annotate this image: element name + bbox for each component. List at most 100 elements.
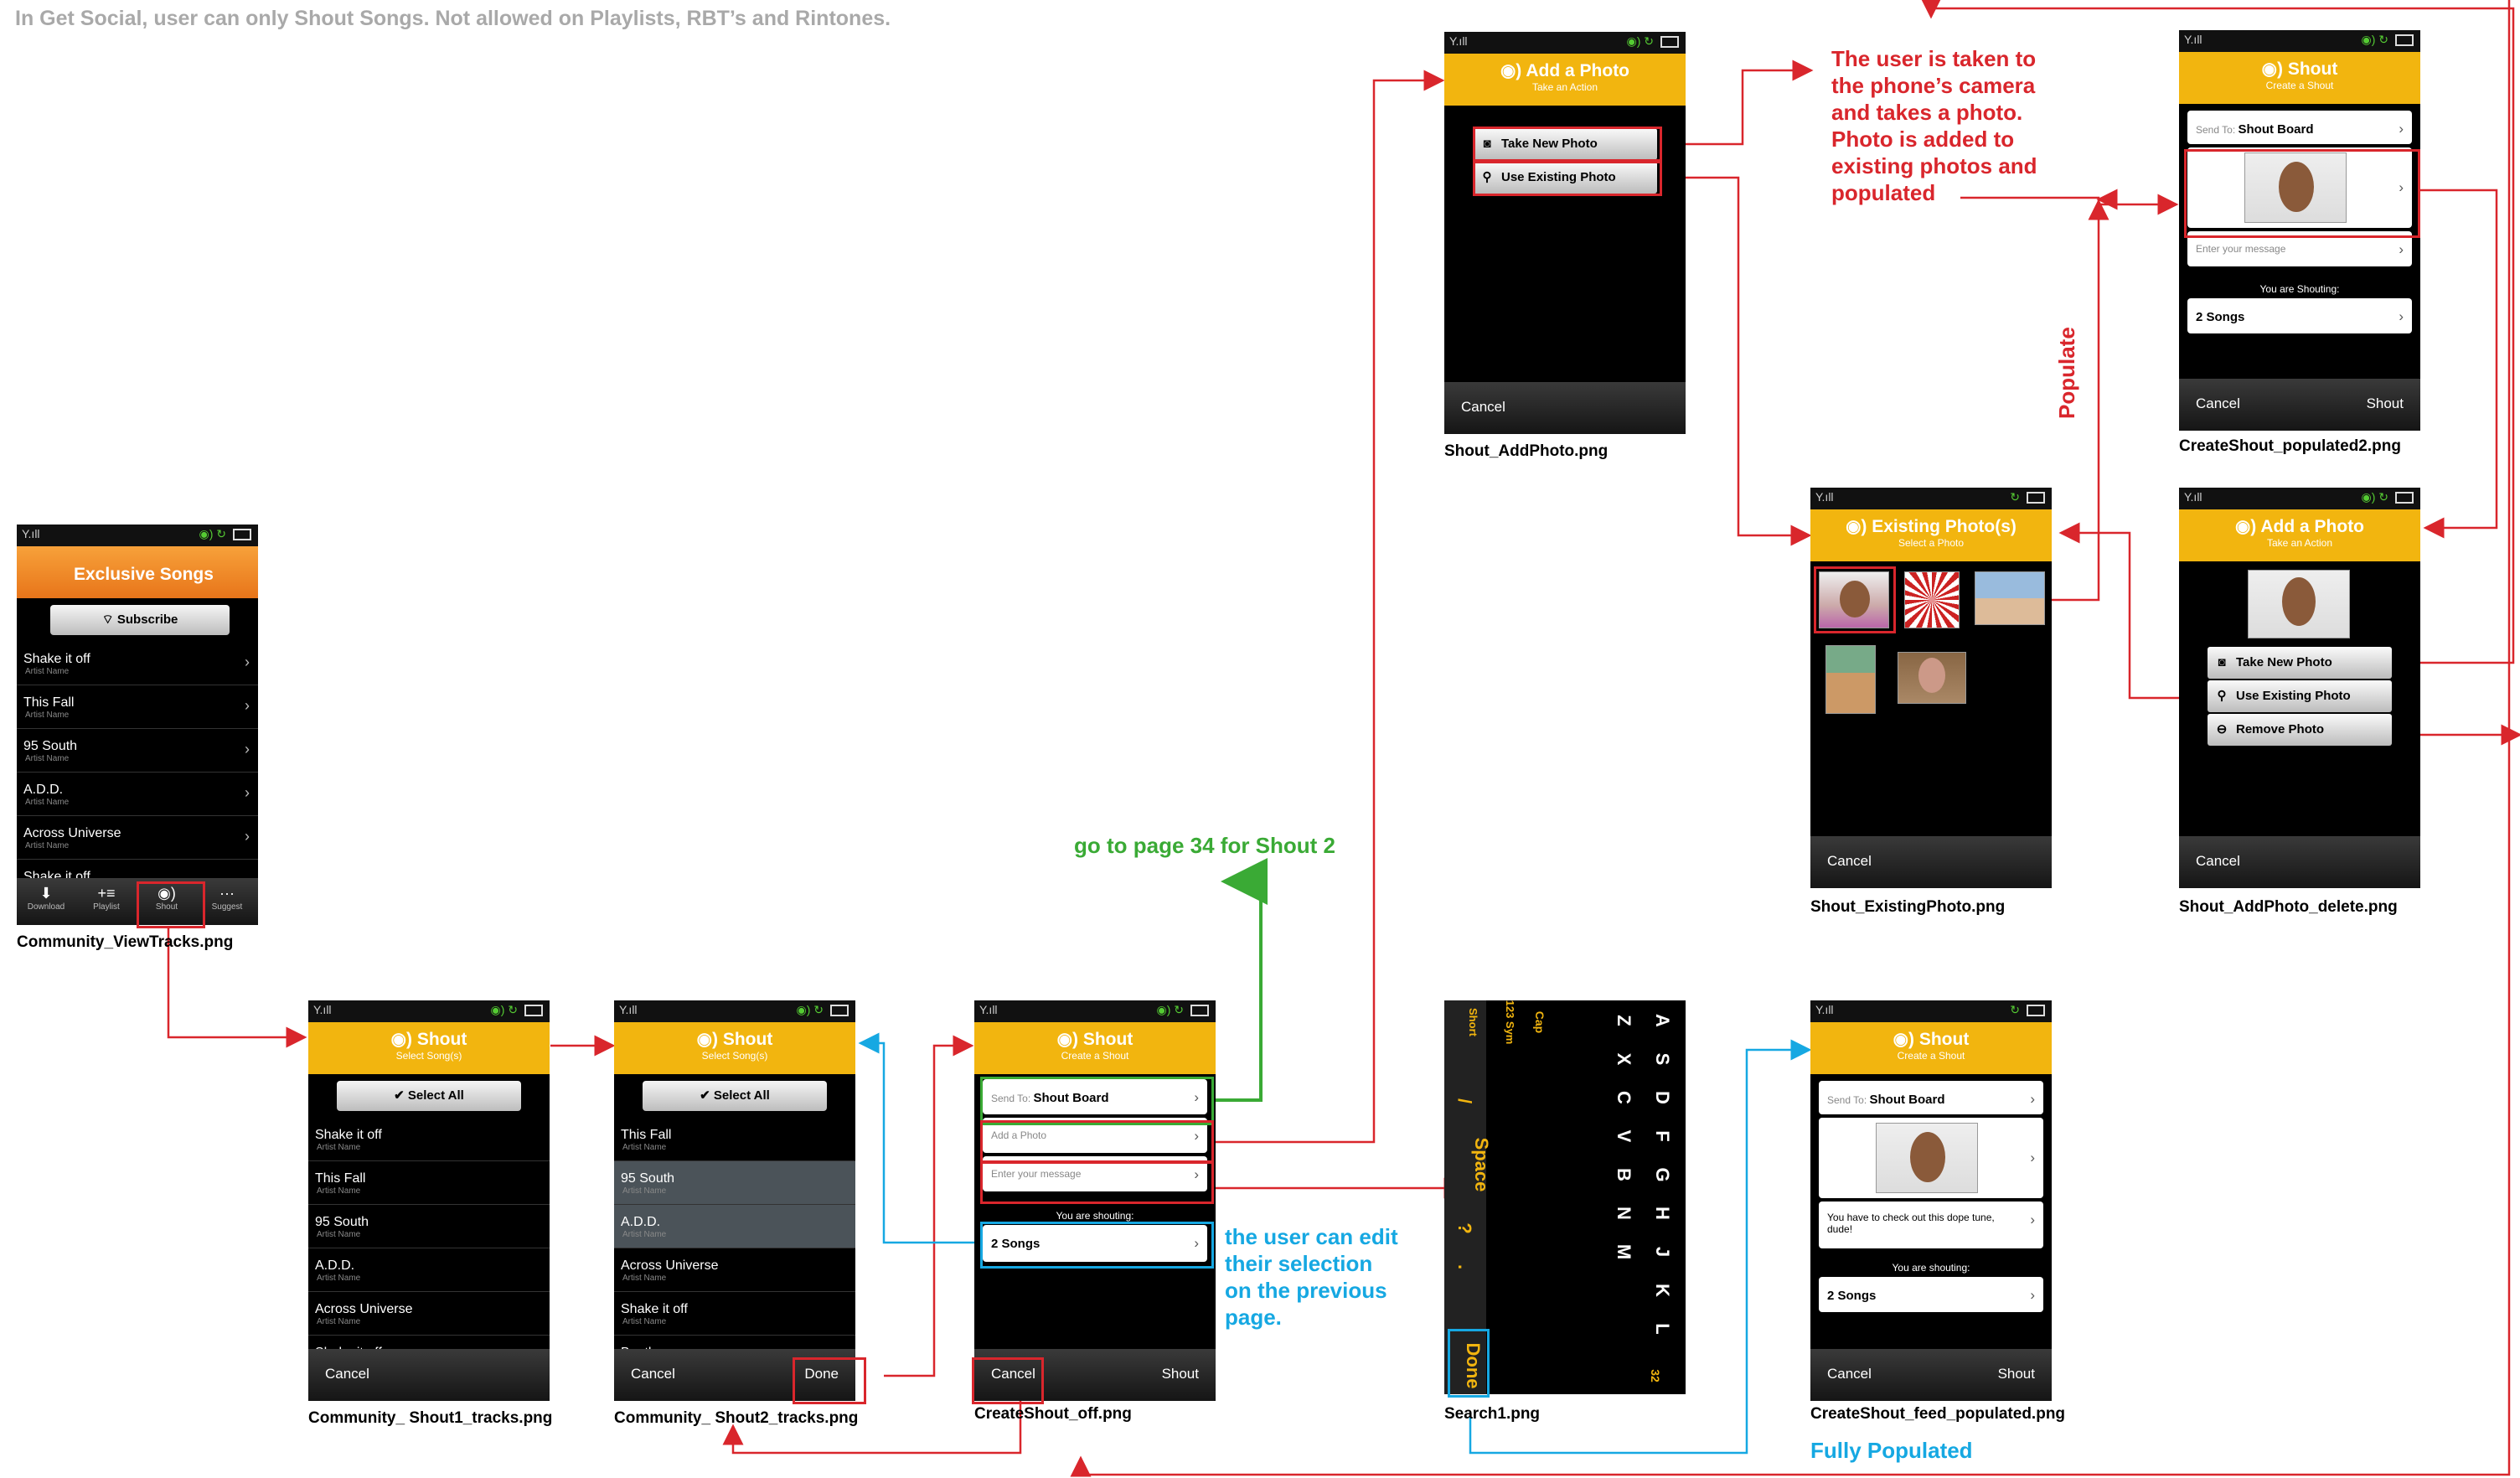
shout-button[interactable]: Shout xyxy=(1998,1366,2035,1382)
list-item[interactable]: 95 South Artist Name xyxy=(308,1205,550,1248)
keyboard-key[interactable]: M xyxy=(1607,1235,1640,1269)
highlight-add-photo xyxy=(980,1120,1214,1164)
subscribe-button[interactable]: ⌔ Subscribe xyxy=(50,605,230,635)
list-item[interactable]: Across Universe Artist Name xyxy=(614,1248,855,1292)
photo-thumbnail[interactable] xyxy=(1904,571,1960,628)
status-bar: Y.ıll ◉) ↻ xyxy=(308,1000,550,1022)
list-item[interactable]: A.D.D. Artist Name xyxy=(308,1248,550,1292)
cancel-button[interactable]: Cancel xyxy=(325,1366,369,1382)
keyboard-key[interactable]: O xyxy=(1684,1312,1686,1346)
keyboard-key[interactable]: Y xyxy=(1684,1196,1686,1230)
list-item[interactable]: This Fall Artist Name › xyxy=(17,685,258,729)
songs-field[interactable]: 2 Songs › xyxy=(1819,1277,2043,1312)
keyboard-key[interactable]: U xyxy=(1684,1235,1686,1269)
shout-icon: ◉) xyxy=(1893,1030,1919,1049)
keyboard-key[interactable]: Q xyxy=(1684,1004,1686,1037)
list-item[interactable]: 95 South Artist Name › xyxy=(17,729,258,773)
chevron-right-icon: › xyxy=(2399,121,2404,137)
footer-bar: Cancel xyxy=(2179,836,2420,888)
list-item-selected[interactable]: 95 South Artist Name xyxy=(614,1161,855,1205)
cancel-button[interactable]: Cancel xyxy=(1827,853,1872,870)
list-item[interactable]: Across Universe Artist Name › xyxy=(17,816,258,860)
songs-field[interactable]: 2 Songs › xyxy=(2187,298,2412,333)
tab-suggest[interactable]: ··· Suggest xyxy=(198,885,256,912)
list-item-selected[interactable]: A.D.D. Artist Name xyxy=(614,1205,855,1248)
keyboard-key[interactable]: T xyxy=(1684,1158,1686,1191)
send-to-field[interactable]: Send To: Shout Board › xyxy=(1819,1081,2043,1114)
phone-shout2: Y.ıll ◉) ↻ ◉) Shout Select Song(s) ✔ Selec… xyxy=(614,1000,855,1401)
keyboard-key[interactable]: D xyxy=(1645,1081,1679,1114)
shortcuts-key[interactable]: Short cuts xyxy=(1444,1000,1490,1047)
keyboard-key[interactable]: Z xyxy=(1607,1004,1640,1037)
keyboard-key[interactable]: X xyxy=(1607,1042,1640,1076)
select-all-button[interactable]: ✔ Select All xyxy=(643,1081,827,1111)
highlight-first-photo xyxy=(1814,566,1896,633)
shout-button[interactable]: Shout xyxy=(2367,395,2404,412)
chevron-right-icon: › xyxy=(2030,1150,2035,1165)
header-bar: ◉) Existing Photo(s) Select a Photo xyxy=(1810,509,2052,561)
highlight-done-key xyxy=(1448,1329,1490,1398)
period-key[interactable]: . xyxy=(1448,1250,1481,1284)
keyboard-key[interactable]: N xyxy=(1607,1196,1640,1230)
use-existing-photo-button[interactable]: ⚲ Use Existing Photo xyxy=(2208,680,2392,712)
cancel-button[interactable]: Cancel xyxy=(1827,1366,1872,1382)
cancel-button[interactable]: Cancel xyxy=(2196,395,2240,412)
question-key[interactable]: ? xyxy=(1448,1212,1481,1245)
sym-key[interactable]: 123 Sym xyxy=(1493,1000,1526,1047)
keyboard-key[interactable]: W xyxy=(1684,1042,1686,1076)
keyboard-key[interactable]: V xyxy=(1607,1119,1640,1153)
slash-key[interactable]: / xyxy=(1448,1084,1481,1118)
cancel-button[interactable]: Cancel xyxy=(2196,853,2240,870)
phone-view-tracks: Y.ıll ◉) ↻ Exclusive Songs ⌔ Subscribe Sh… xyxy=(17,525,258,925)
status-bar: Y.ıll ◉) ↻ xyxy=(974,1000,1216,1022)
cancel-button[interactable]: Cancel xyxy=(1461,399,1505,416)
highlight-use-existing xyxy=(1473,161,1662,196)
tab-playlist[interactable]: +≡ Playlist xyxy=(77,885,136,912)
keyboard-key[interactable]: C xyxy=(1607,1081,1640,1114)
list-item[interactable]: Shake it off Artist Name xyxy=(614,1292,855,1336)
keyboard-key[interactable]: A xyxy=(1645,1004,1679,1037)
shout-button[interactable]: Shout xyxy=(1162,1366,1199,1382)
caption-add-photo: Shout_AddPhoto.png xyxy=(1444,442,1609,460)
keyboard-key[interactable]: F xyxy=(1645,1119,1679,1153)
list-item[interactable]: This Fall Artist Name xyxy=(308,1161,550,1205)
shout2-annotation: go to page 34 for Shout 2 xyxy=(1074,833,1336,858)
list-item[interactable]: Shake it off Artist Name xyxy=(308,1118,550,1161)
photo-thumbnail[interactable] xyxy=(1825,645,1876,714)
keyboard-key[interactable]: B xyxy=(1607,1158,1640,1191)
keyboard-key[interactable]: R xyxy=(1684,1119,1686,1153)
take-new-photo-button[interactable]: ◙ Take New Photo xyxy=(2208,647,2392,679)
keyboard-key[interactable]: L xyxy=(1645,1312,1679,1346)
keyboard-key[interactable]: H xyxy=(1645,1196,1679,1230)
shout-icon: ◉) xyxy=(2261,59,2288,79)
message-field[interactable]: You have to check out this dope tune, du… xyxy=(1819,1202,2043,1248)
photo-thumbnail[interactable] xyxy=(1975,571,2045,625)
list-item[interactable]: A.D.D. Artist Name › xyxy=(17,773,258,816)
keyboard-key[interactable]: J xyxy=(1645,1235,1679,1269)
tab-download[interactable]: ⬇ Download xyxy=(17,885,75,912)
caption-create-off: CreateShout_off.png xyxy=(974,1405,1132,1423)
select-all-button[interactable]: ✔ Select All xyxy=(337,1081,521,1111)
list-item[interactable]: Shake it off Artist Name › xyxy=(17,642,258,685)
list-item[interactable]: Across Universe Artist Name xyxy=(308,1292,550,1336)
keyboard-key[interactable]: S xyxy=(1645,1042,1679,1076)
cancel-button[interactable]: Cancel xyxy=(631,1366,675,1382)
shouting-label: You are shouting: xyxy=(1056,1210,1134,1222)
shout2-arrow xyxy=(1213,858,1268,1102)
photo-field[interactable]: › xyxy=(1819,1118,2043,1198)
highlight-songs xyxy=(980,1222,1214,1269)
cap-key[interactable]: Cap xyxy=(1523,1005,1557,1039)
keyboard-key[interactable]: K xyxy=(1645,1274,1679,1307)
list-item[interactable]: This Fall Artist Name xyxy=(614,1118,855,1161)
shout-icon: ◉) xyxy=(1056,1030,1083,1049)
chevron-right-icon: › xyxy=(2399,241,2404,257)
remove-photo-button[interactable]: ⊖ Remove Photo xyxy=(2208,714,2392,746)
photo-thumbnail[interactable] xyxy=(1898,652,1966,704)
space-key[interactable]: Space xyxy=(1464,1131,1498,1198)
keyboard-key[interactable]: P xyxy=(1684,1351,1686,1384)
highlight-cancel xyxy=(972,1357,1044,1404)
keyboard-key[interactable]: E xyxy=(1684,1081,1686,1114)
keyboard-key[interactable]: I xyxy=(1684,1274,1686,1307)
send-to-field[interactable]: Send To: Shout Board › xyxy=(2187,111,2412,144)
keyboard-key[interactable]: G xyxy=(1645,1158,1679,1191)
